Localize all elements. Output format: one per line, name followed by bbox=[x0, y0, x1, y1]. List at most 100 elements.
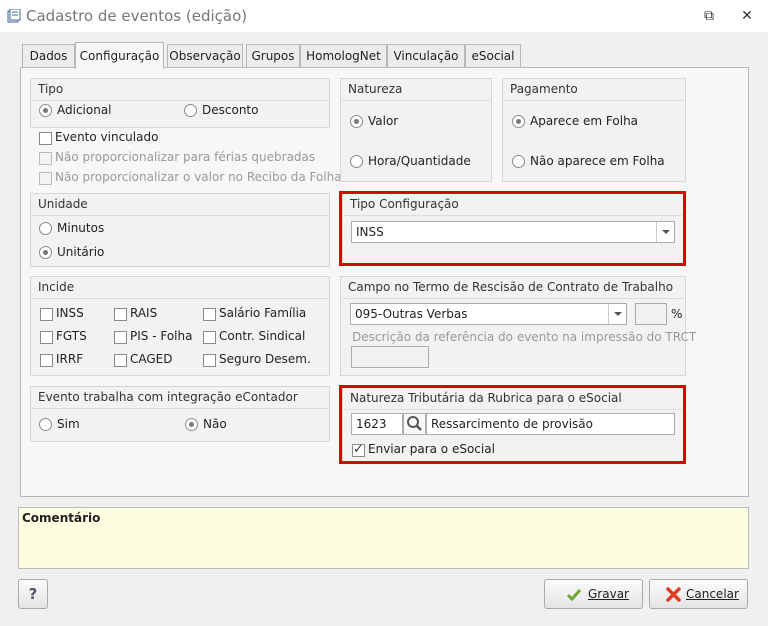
divider bbox=[32, 215, 328, 216]
label-contr-sindical: Contr. Sindical bbox=[219, 329, 306, 343]
label-sim: Sim bbox=[57, 417, 80, 431]
divider bbox=[344, 409, 682, 410]
label-caged: CAGED bbox=[130, 352, 173, 366]
label-irrf: IRRF bbox=[56, 352, 84, 366]
tipo-configuracao-title: Tipo Configuração bbox=[350, 197, 459, 211]
radio-nao-aparece-folha[interactable] bbox=[512, 155, 525, 168]
label-minutos: Minutos bbox=[57, 221, 105, 235]
pagamento-title: Pagamento bbox=[510, 82, 578, 96]
label-evento-vinculado: Evento vinculado bbox=[55, 130, 159, 144]
cancel-button[interactable]: Cancelar bbox=[649, 579, 748, 609]
divider bbox=[344, 215, 682, 216]
checkbox-inss[interactable] bbox=[40, 308, 53, 321]
trct-percent-input[interactable] bbox=[635, 303, 667, 325]
tab-homolognet[interactable]: HomologNet bbox=[300, 44, 387, 68]
incide-title: Incide bbox=[38, 280, 75, 294]
cancel-label: Cancelar bbox=[686, 587, 739, 601]
checkbox-seguro-desem[interactable] bbox=[203, 354, 216, 367]
label-hora-quantidade: Hora/Quantidade bbox=[368, 154, 471, 168]
label-nao: Não bbox=[203, 417, 227, 431]
tab-esocial[interactable]: eSocial bbox=[465, 44, 521, 68]
radio-unitario[interactable] bbox=[39, 246, 52, 259]
help-button[interactable]: ? bbox=[18, 579, 48, 609]
close-icon bbox=[666, 587, 681, 602]
tipo-configuracao-select[interactable]: INSS bbox=[351, 221, 675, 243]
label-nao-aparece-folha: Não aparece em Folha bbox=[530, 154, 665, 168]
search-icon bbox=[407, 416, 422, 431]
tab-observacao[interactable]: Observação bbox=[167, 44, 243, 68]
checkbox-rais[interactable] bbox=[114, 308, 127, 321]
trct-select[interactable]: 095-Outras Verbas bbox=[350, 303, 627, 325]
restore-button[interactable]: ⧉ bbox=[694, 4, 724, 28]
radio-nao[interactable] bbox=[185, 418, 198, 431]
tab-grupos[interactable]: Grupos bbox=[246, 44, 300, 68]
label-descricao-trct: Descrição da referência do evento na imp… bbox=[352, 330, 697, 344]
label-pis-folha: PIS - Folha bbox=[130, 329, 193, 343]
app-icon bbox=[7, 9, 21, 23]
divider bbox=[32, 298, 328, 299]
checkbox-fgts[interactable] bbox=[40, 331, 53, 344]
checkbox-evento-vinculado[interactable] bbox=[39, 132, 52, 145]
radio-sim[interactable] bbox=[39, 418, 52, 431]
checkbox-pis-folha[interactable] bbox=[114, 331, 127, 344]
radio-hora-quantidade[interactable] bbox=[350, 155, 363, 168]
divider bbox=[32, 100, 328, 101]
label-enviar-esocial: Enviar para o eSocial bbox=[368, 442, 495, 456]
label-seguro-desem: Seguro Desem. bbox=[219, 352, 311, 366]
econtador-title: Evento trabalha com integração eContador bbox=[38, 390, 298, 404]
comment-label: Comentário bbox=[22, 511, 101, 525]
label-aparece-folha: Aparece em Folha bbox=[530, 114, 639, 128]
save-button[interactable]: Gravar bbox=[544, 579, 643, 609]
title-bar: Cadastro de eventos (edição) ⧉ ✕ bbox=[0, 0, 768, 32]
label-adicional: Adicional bbox=[57, 103, 112, 117]
label-salario-familia: Salário Família bbox=[219, 306, 307, 320]
check-icon bbox=[567, 589, 581, 602]
label-unitario: Unitário bbox=[57, 245, 105, 259]
label-desconto: Desconto bbox=[202, 103, 259, 117]
window-title: Cadastro de eventos (edição) bbox=[26, 7, 248, 25]
econtador-group: Evento trabalha com integração eContador bbox=[30, 386, 330, 442]
label-valor: Valor bbox=[368, 114, 399, 128]
label-nao-prop-ferias: Não proporcionalizar para férias quebrad… bbox=[55, 150, 316, 164]
tab-configuracao[interactable]: Configuração bbox=[75, 42, 164, 69]
percent-sign: % bbox=[671, 307, 683, 321]
radio-minutos[interactable] bbox=[39, 222, 52, 235]
divider bbox=[504, 100, 684, 101]
checkbox-nao-prop-ferias bbox=[39, 152, 52, 165]
natureza-tributaria-title: Natureza Tributária da Rubrica para o eS… bbox=[350, 391, 622, 405]
checkbox-salario-familia[interactable] bbox=[203, 308, 216, 321]
divider bbox=[342, 100, 490, 101]
search-button[interactable] bbox=[403, 413, 426, 435]
divider bbox=[342, 298, 684, 299]
comment-field[interactable]: Comentário bbox=[18, 507, 749, 569]
natureza-title: Natureza bbox=[348, 82, 403, 96]
rubrica-code-input[interactable]: 1623 bbox=[351, 413, 403, 435]
save-label: Gravar bbox=[588, 587, 629, 601]
checkbox-nao-prop-recibo bbox=[39, 172, 52, 185]
divider bbox=[32, 408, 328, 409]
checkbox-irrf[interactable] bbox=[40, 354, 53, 367]
trct-title: Campo no Termo de Rescisão de Contrato d… bbox=[348, 280, 674, 294]
unidade-title: Unidade bbox=[38, 197, 88, 211]
rubrica-description-input[interactable]: Ressarcimento de provisão bbox=[426, 413, 675, 435]
checkbox-caged[interactable] bbox=[114, 354, 127, 367]
radio-adicional[interactable] bbox=[39, 104, 52, 117]
tab-dados[interactable]: Dados bbox=[22, 44, 75, 68]
label-rais: RAIS bbox=[130, 306, 158, 320]
chevron-down-icon[interactable] bbox=[656, 222, 674, 242]
chevron-down-icon[interactable] bbox=[608, 304, 626, 324]
radio-desconto[interactable] bbox=[184, 104, 197, 117]
radio-valor[interactable] bbox=[350, 115, 363, 128]
label-inss: INSS bbox=[56, 306, 84, 320]
close-button[interactable]: ✕ bbox=[732, 4, 762, 28]
checkbox-contr-sindical[interactable] bbox=[203, 331, 216, 344]
label-fgts: FGTS bbox=[56, 329, 87, 343]
descricao-trct-input[interactable] bbox=[351, 346, 429, 368]
label-nao-prop-recibo: Não proporcionalizar o valor no Recibo d… bbox=[55, 170, 342, 184]
checkbox-enviar-esocial[interactable] bbox=[352, 442, 365, 457]
tipo-title: Tipo bbox=[38, 82, 64, 96]
tab-vinculacao[interactable]: Vinculação bbox=[387, 44, 465, 68]
tipo-configuracao-value: INSS bbox=[356, 225, 384, 239]
trct-value: 095-Outras Verbas bbox=[355, 307, 468, 321]
radio-aparece-folha[interactable] bbox=[512, 115, 525, 128]
